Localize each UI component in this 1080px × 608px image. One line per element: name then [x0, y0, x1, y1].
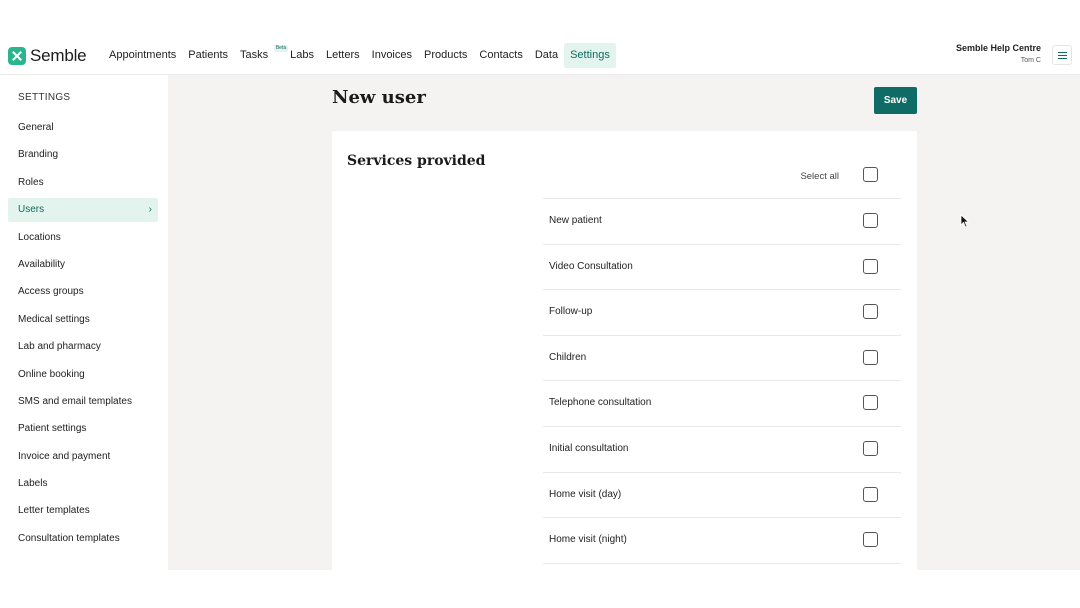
top-navigation-bar: Semble Appointments Patients Tasks Beta … — [0, 36, 1080, 75]
sidebar-item-patient-settings[interactable]: Patient settings — [8, 417, 158, 441]
services-section-title: Services provided — [347, 153, 486, 169]
sidebar-item-access-groups[interactable]: Access groups — [8, 280, 158, 304]
service-label: Video Consultation — [549, 260, 633, 272]
sidebar-item-locations[interactable]: Locations — [8, 226, 158, 250]
sidebar-item-users[interactable]: Users › — [8, 198, 158, 223]
sidebar-title: SETTINGS — [18, 92, 71, 103]
service-checkbox-video-consultation[interactable] — [863, 258, 878, 274]
sidebar-item-medical-settings[interactable]: Medical settings — [8, 308, 158, 332]
hamburger-icon-line — [1057, 57, 1067, 59]
select-all-checkbox[interactable] — [863, 167, 878, 182]
service-checkbox-initial-consultation[interactable] — [863, 440, 878, 456]
help-centre-link[interactable]: Semble Help Centre Tom C — [956, 43, 1041, 64]
sidebar-item-sms-email-templates[interactable]: SMS and email templates — [8, 390, 158, 414]
nav-invoices[interactable]: Invoices — [366, 43, 418, 68]
service-row-video-consultation: Video Consultation — [543, 245, 901, 291]
nav-appointments[interactable]: Appointments — [103, 43, 182, 68]
select-all-row: Select all — [543, 164, 901, 199]
nav-data[interactable]: Data — [529, 43, 564, 68]
nav-tasks[interactable]: Tasks Beta — [234, 43, 289, 68]
nav-contacts[interactable]: Contacts — [473, 43, 528, 68]
sidebar-item-branding[interactable]: Branding — [8, 143, 158, 167]
semble-logo[interactable]: Semble — [8, 46, 87, 66]
service-label: Home visit (day) — [549, 488, 622, 500]
nav-labs[interactable]: Labs — [284, 43, 320, 68]
service-label: Initial consultation — [549, 442, 629, 454]
service-checkbox-home-visit-night[interactable] — [863, 532, 878, 548]
sidebar-item-lab-and-pharmacy[interactable]: Lab and pharmacy — [8, 335, 158, 359]
service-checkbox-new-patient[interactable] — [863, 213, 878, 228]
sidebar-item-letter-templates[interactable]: Letter templates — [8, 499, 158, 523]
service-row-initial-consultation: Initial consultation — [543, 427, 901, 473]
help-centre-title: Semble Help Centre — [955, 43, 1041, 53]
nav-tasks-label: Tasks — [240, 49, 269, 61]
service-row-home-visit-day: Home visit (day) — [543, 473, 901, 519]
save-button[interactable]: Save — [874, 87, 917, 114]
service-label: Children — [549, 351, 587, 363]
service-label: New patient — [549, 215, 602, 226]
service-checkbox-follow-up[interactable] — [863, 304, 878, 320]
sidebar-item-label: Users — [18, 204, 45, 216]
hamburger-icon-line — [1057, 54, 1067, 56]
sidebar-item-online-booking[interactable]: Online booking — [8, 363, 158, 387]
current-user-name: Tom C — [1020, 57, 1041, 64]
hamburger-icon-line — [1057, 51, 1067, 53]
service-checkbox-children[interactable] — [863, 349, 878, 365]
nav-products[interactable]: Products — [418, 43, 473, 68]
main-nav: Appointments Patients Tasks Beta Labs Le… — [103, 43, 616, 68]
sidebar-item-invoice-payment[interactable]: Invoice and payment — [8, 445, 158, 469]
service-label: Home visit (night) — [549, 534, 627, 546]
sidebar-item-consultation-templates[interactable]: Consultation templates — [8, 527, 158, 551]
settings-sidebar: SETTINGS General Branding Roles Users › … — [0, 75, 168, 570]
service-row-children: Children — [543, 336, 901, 382]
sidebar-item-roles[interactable]: Roles — [8, 171, 158, 195]
nav-letters[interactable]: Letters — [320, 43, 366, 68]
select-all-label: Select all — [800, 171, 839, 182]
sidebar-item-availability[interactable]: Availability — [8, 253, 158, 277]
service-checkbox-home-visit-day[interactable] — [863, 486, 878, 502]
page-title: New user — [332, 87, 426, 108]
chevron-right-icon: › — [148, 204, 152, 216]
services-list: New patient Video Consultation Follow-up… — [543, 199, 901, 564]
semble-logo-icon — [8, 47, 26, 65]
service-row-telephone-consultation: Telephone consultation — [543, 381, 901, 427]
services-card: Services provided Select all New patient… — [332, 131, 917, 570]
hamburger-menu-button[interactable] — [1052, 45, 1072, 65]
nav-patients[interactable]: Patients — [182, 43, 234, 68]
logo-text: Semble — [30, 46, 87, 65]
service-row-home-visit-night: Home visit (night) — [543, 518, 901, 564]
service-row-new-patient: New patient — [543, 199, 901, 245]
sidebar-item-labels[interactable]: Labels — [8, 472, 158, 496]
service-label: Telephone consultation — [549, 397, 652, 409]
service-checkbox-telephone-consultation[interactable] — [863, 395, 878, 411]
sidebar-item-general[interactable]: General — [8, 116, 158, 140]
main-content: New user Save Services provided Select a… — [168, 75, 1080, 570]
settings-menu: General Branding Roles Users › Locations… — [8, 116, 158, 554]
nav-settings[interactable]: Settings — [564, 43, 616, 68]
service-label: Follow-up — [549, 306, 593, 318]
service-row-follow-up: Follow-up — [543, 290, 901, 336]
